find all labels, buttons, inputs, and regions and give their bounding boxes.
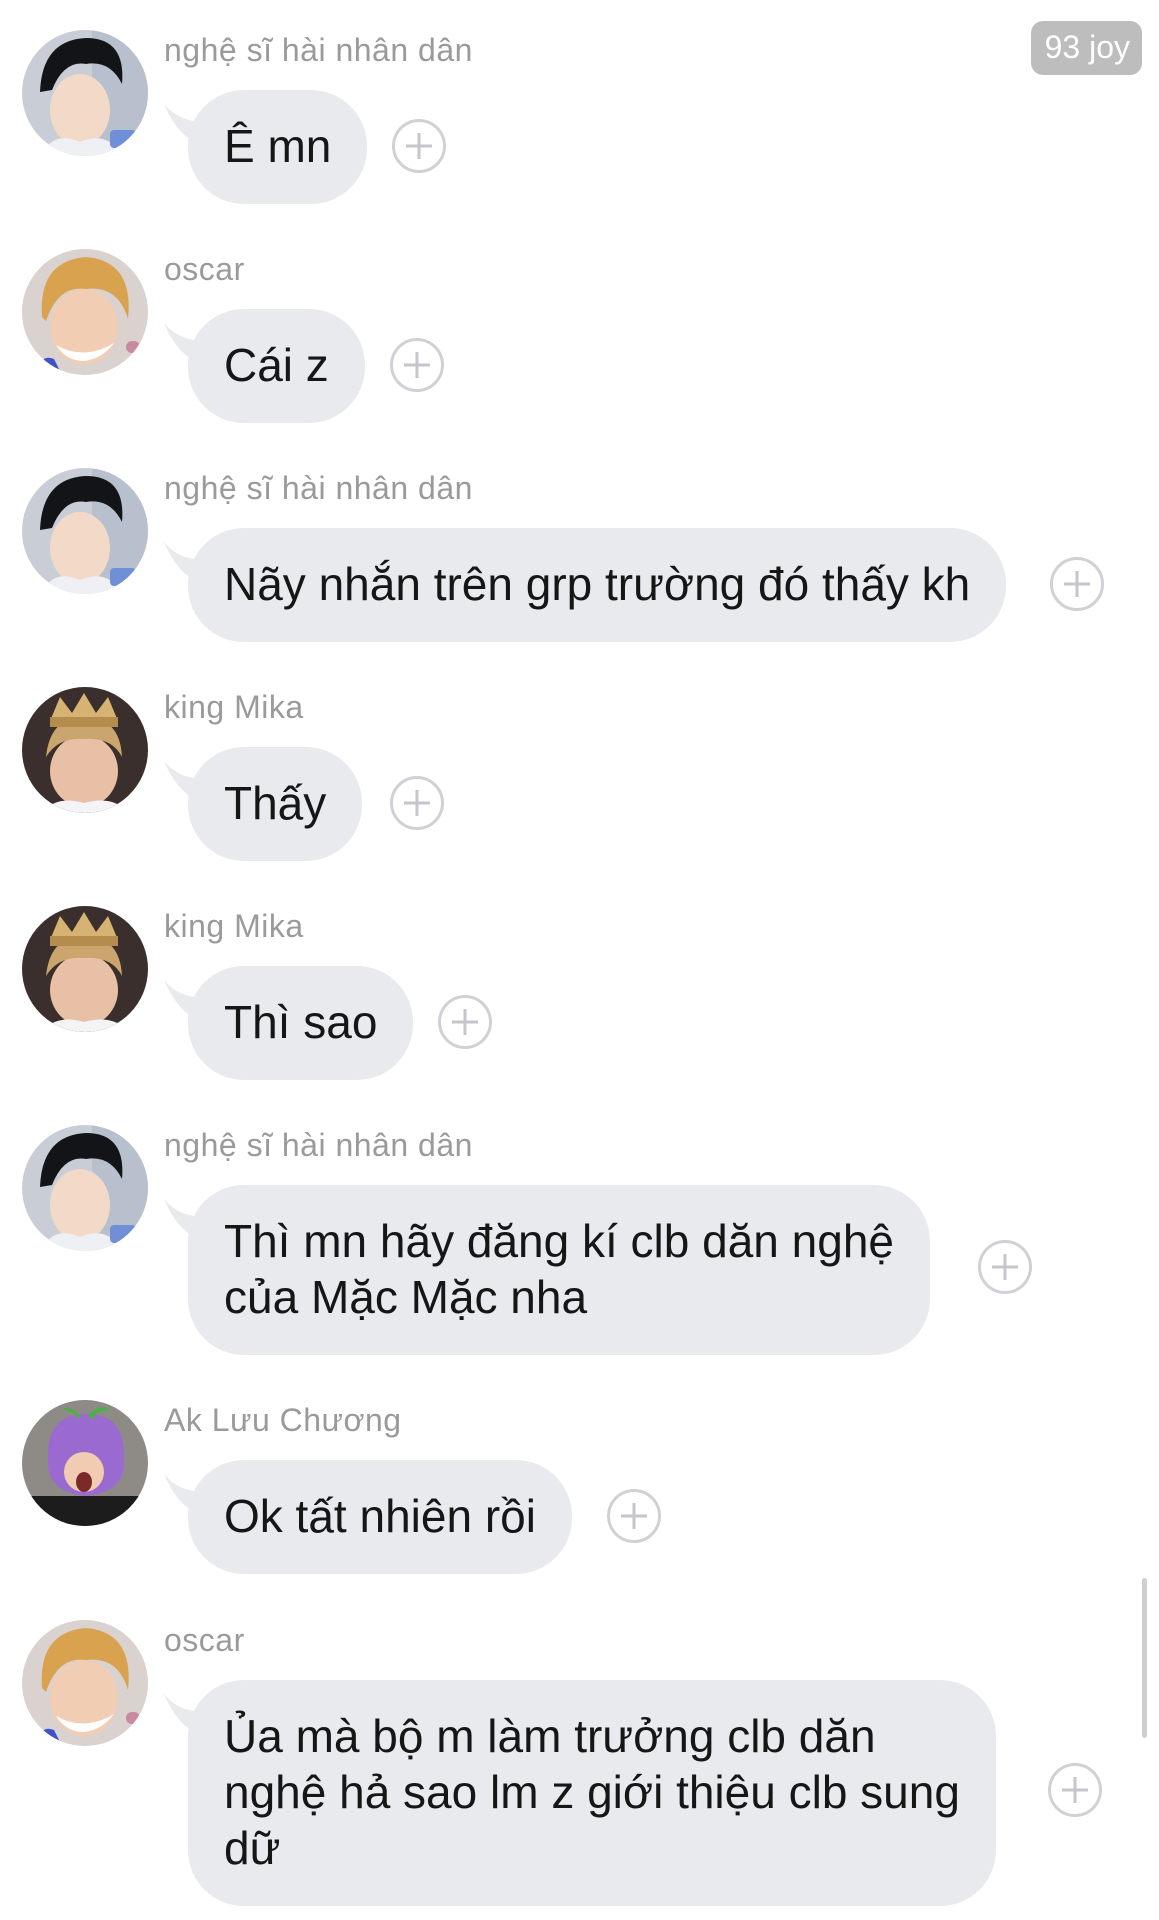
avatar[interactable]: [22, 249, 148, 375]
message-text: Cái z: [224, 339, 329, 391]
message-text-line: của Mặc Mặc nha: [224, 1271, 588, 1323]
message-row: nghệ sĩ hài nhân dân Nãy nhắn trên grp t…: [0, 468, 1159, 648]
message-text: Thấy: [224, 777, 327, 829]
message-bubble[interactable]: Ok tất nhiên rồi: [188, 1460, 572, 1574]
message-text-line: nghệ hả sao lm z giới thiệu clb sung: [224, 1766, 960, 1818]
message-text-line: Ủa mà bộ m làm trưởng clb dăn: [224, 1710, 876, 1762]
avatar[interactable]: [22, 1400, 148, 1526]
message-row: nghệ sĩ hài nhân dân Thì mn hãy đăng kí …: [0, 1125, 1159, 1365]
sender-name: Ak Lưu Chương: [164, 1402, 402, 1438]
add-reaction-icon[interactable]: [607, 1489, 661, 1543]
message-row: king Mika Thì sao: [0, 906, 1159, 1086]
sender-name: nghệ sĩ hài nhân dân: [164, 470, 473, 506]
sender-name: king Mika: [164, 908, 304, 944]
sender-name: nghệ sĩ hài nhân dân: [164, 32, 473, 68]
avatar[interactable]: [22, 30, 148, 156]
message-bubble[interactable]: Thì sao: [188, 966, 414, 1080]
message-row: nghệ sĩ hài nhân dân Ê mn: [0, 30, 1159, 210]
message-row: oscar Ủa mà bộ m làm trưởng clb dăn nghệ…: [0, 1620, 1159, 1920]
message-bubble[interactable]: Ê mn: [188, 90, 368, 204]
message-bubble[interactable]: Nãy nhắn trên grp trường đó thấy kh: [188, 528, 1007, 642]
avatar[interactable]: [22, 687, 148, 813]
message-text: Nãy nhắn trên grp trường đó thấy kh: [224, 558, 971, 610]
add-reaction-icon[interactable]: [1048, 1763, 1102, 1817]
message-text: Thì sao: [224, 996, 378, 1048]
message-row: oscar Cái z: [0, 249, 1159, 429]
add-reaction-icon[interactable]: [390, 776, 444, 830]
sender-name: king Mika: [164, 689, 304, 725]
message-bubble[interactable]: Ủa mà bộ m làm trưởng clb dăn nghệ hả sa…: [188, 1680, 996, 1906]
message-text-line: dữ: [224, 1822, 281, 1874]
message-bubble[interactable]: Cái z: [188, 309, 365, 423]
sender-name: nghệ sĩ hài nhân dân: [164, 1127, 473, 1163]
sender-name: oscar: [164, 251, 245, 287]
add-reaction-icon[interactable]: [390, 338, 444, 392]
message-text: Ok tất nhiên rồi: [224, 1490, 536, 1542]
add-reaction-icon[interactable]: [1050, 557, 1104, 611]
scrollbar[interactable]: [1142, 1578, 1147, 1738]
chat-thread: 93 joy nghệ sĩ hài nhân dân Ê mn oscar C…: [0, 0, 1159, 1920]
add-reaction-icon[interactable]: [438, 995, 492, 1049]
add-reaction-icon[interactable]: [978, 1240, 1032, 1294]
message-text: Ê mn: [224, 120, 332, 172]
message-bubble[interactable]: Thấy: [188, 747, 363, 861]
message-text-line: Thì mn hãy đăng kí clb dăn nghệ: [224, 1215, 894, 1267]
message-row: king Mika Thấy: [0, 687, 1159, 867]
sender-name: oscar: [164, 1622, 245, 1658]
avatar[interactable]: [22, 468, 148, 594]
avatar[interactable]: [22, 1125, 148, 1251]
avatar[interactable]: [22, 906, 148, 1032]
message-bubble[interactable]: Thì mn hãy đăng kí clb dăn nghệ của Mặc …: [188, 1185, 930, 1355]
add-reaction-icon[interactable]: [392, 119, 446, 173]
message-row: Ak Lưu Chương Ok tất nhiên rồi: [0, 1400, 1159, 1580]
avatar[interactable]: [22, 1620, 148, 1746]
